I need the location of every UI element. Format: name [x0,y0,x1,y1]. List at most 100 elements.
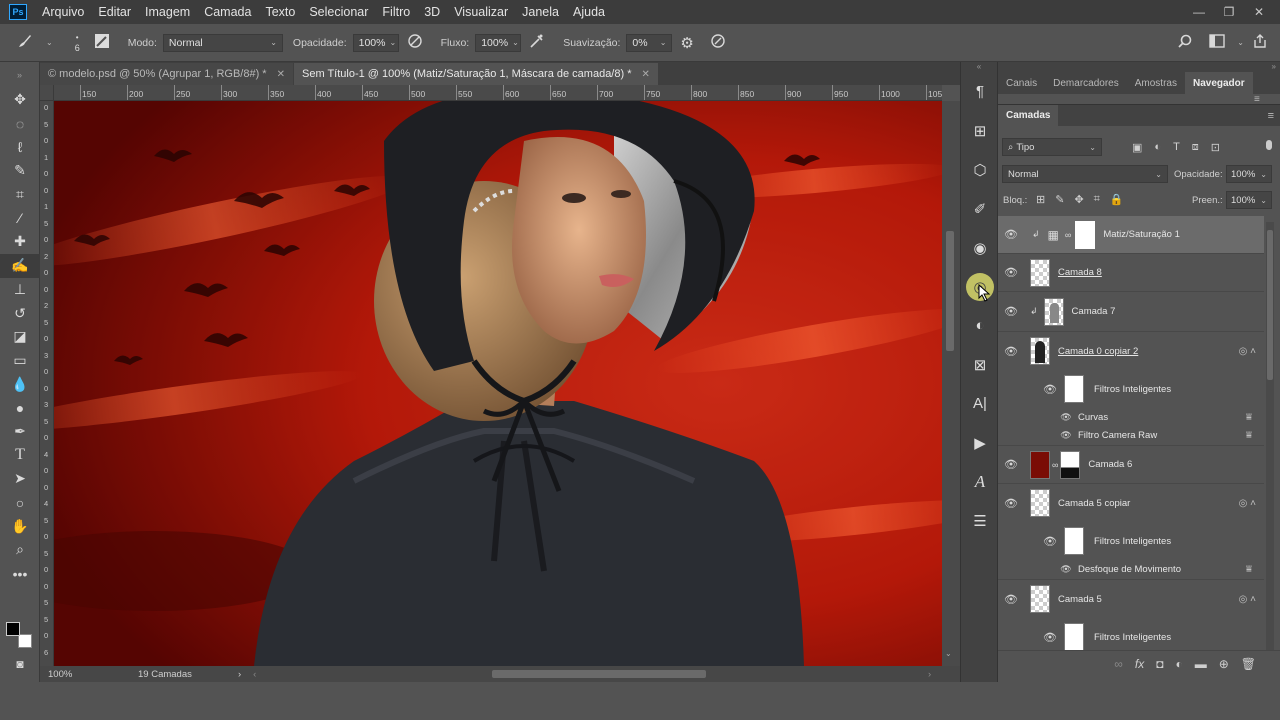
new-layer-icon[interactable]: ⊕ [1219,657,1229,671]
filter-toggle[interactable] [1266,140,1272,150]
chevron-down-icon[interactable]: ⌄ [46,38,53,47]
close-button[interactable]: ✕ [1244,5,1274,19]
filter-options-icon[interactable]: ⩸ [1246,430,1252,441]
scroll-thumb[interactable] [946,231,954,351]
layer-row[interactable]: 👁 Camada 8 [998,254,1264,292]
document-canvas[interactable] [54,101,942,666]
type-tool-icon[interactable]: T [0,443,40,467]
filter-name[interactable]: Desfoque de Movimento [1078,564,1181,575]
libraries-icon[interactable]: ⊠ [961,345,999,384]
shape-filter-icon[interactable]: ⧈ [1192,141,1199,154]
properties-icon[interactable]: ⊞ [961,111,999,150]
smart-filters-row[interactable]: 👁 Filtros Inteligentes [998,522,1264,560]
share-icon[interactable] [1252,33,1268,53]
filter-options-icon[interactable]: ⩸ [1246,564,1252,575]
eye-icon[interactable]: 👁 [1056,564,1076,575]
collapse-icon[interactable]: « [961,62,997,72]
close-icon[interactable]: ✕ [277,69,285,80]
styles-icon[interactable]: ◐ [961,306,999,345]
gear-icon[interactable]: ⚙ [680,34,693,52]
link-layers-icon[interactable]: ∞ [1114,657,1123,671]
brush-tool-preset-icon[interactable] [16,32,34,54]
paint-palette-icon[interactable]: ◉ [961,228,999,267]
brush-settings-icon[interactable]: ✐ [961,189,999,228]
layer-opacity-input[interactable]: 100% ⌄ [1226,165,1272,183]
ellipse-tool-icon[interactable]: ○ [0,491,40,515]
new-adjustment-icon[interactable]: ◐ [1175,657,1182,671]
eye-icon[interactable]: 👁 [1056,412,1076,423]
horizontal-ruler[interactable]: 150 200 250 300 350 400 450 500 550 600 650 700 750 8… [54,85,942,101]
fx-icon[interactable]: fx [1135,657,1144,671]
gradient-tool-icon[interactable]: ▭ [0,349,40,373]
pressure-size-icon[interactable] [710,33,726,53]
layer-row[interactable]: 👁 ↲ Camada 7 [998,292,1264,332]
smart-filters-row[interactable]: 👁 Filtros Inteligentes [998,370,1264,408]
horizontal-scroll-thumb[interactable] [492,670,706,678]
chevron-right-icon[interactable]: › [928,669,931,680]
ruler-origin[interactable] [40,85,54,101]
zoom-tool-icon[interactable]: ⌕ [0,538,40,562]
layer-name[interactable]: Camada 0 copiar 2 [1058,346,1138,357]
lock-pixels-icon[interactable]: ✎ [1055,193,1064,206]
eye-icon[interactable]: 👁 [998,305,1024,318]
pressure-opacity-icon[interactable] [407,33,423,53]
color-swatches[interactable] [6,622,34,650]
mode-select[interactable]: Normal ⌄ [162,33,283,52]
pen-tool-icon[interactable]: ✒ [0,420,40,444]
layer-row[interactable]: 👁 Camada 5 ◎ ˄ [998,580,1264,618]
dodge-tool-icon[interactable]: ● [0,396,40,420]
layer-row[interactable]: 👁 ∞ Camada 6 [998,446,1264,484]
layer-name[interactable]: Camada 6 [1088,459,1132,470]
lock-position-icon[interactable]: ✥ [1074,193,1083,206]
filter-row[interactable]: 👁 Curvas ⩸ [998,408,1264,426]
menu-selecionar[interactable]: Selecionar [302,5,375,19]
blur-tool-icon[interactable]: 💧 [0,372,40,396]
paragraph-icon[interactable]: ¶ [961,72,999,111]
layer-filter-select[interactable]: ⌕ Tipo ⌄ [1002,138,1102,156]
character-icon[interactable]: A| [961,384,999,423]
lock-all-icon[interactable]: 🔒 [1110,193,1124,206]
menu-texto[interactable]: Texto [258,5,302,19]
blend-mode-select[interactable]: Normal ⌄ [1002,165,1168,183]
brush-settings-icon[interactable] [94,33,110,53]
scroll-thumb[interactable] [1267,230,1273,380]
close-icon[interactable]: ✕ [642,69,650,80]
search-icon[interactable] [1177,33,1193,53]
lasso-tool-icon[interactable]: ℓ [0,135,40,159]
move-tool-icon[interactable]: ✥ [0,88,40,112]
glyphs-icon[interactable]: A [961,462,999,501]
quick-mask-icon[interactable]: ◙ [0,652,40,676]
tab-sem-titulo[interactable]: Sem Título-1 @ 100% (Matiz/Saturação 1, … [293,63,658,85]
healing-brush-tool-icon[interactable]: ✚ [0,230,40,254]
minimize-button[interactable]: — [1184,5,1214,19]
chevron-left-icon[interactable]: ‹ [253,669,256,680]
menu-camada[interactable]: Camada [197,5,258,19]
eye-icon[interactable]: 👁 [998,228,1024,241]
smart-filter-toggle-icon[interactable]: ◎ ˄ [1239,498,1256,509]
menu-3d[interactable]: 3D [417,5,447,19]
zoom-level[interactable]: 100% [48,669,118,680]
chevron-down-icon[interactable]: ⌄ [1237,38,1244,47]
tab-camadas[interactable]: Camadas [998,104,1059,127]
image-filter-icon[interactable]: ▣ [1132,141,1142,154]
chevron-right-icon[interactable]: › [238,669,241,680]
smart-filter-mask-thumbnail[interactable] [1064,527,1084,555]
lock-transparency-icon[interactable]: ⊞ [1036,193,1045,206]
eye-icon[interactable]: 👁 [1056,430,1076,441]
layer-name[interactable]: Camada 5 copiar [1058,498,1130,509]
smart-object-filter-icon[interactable]: ⊡ [1211,141,1220,154]
panel-menu-icon[interactable]: ≡ [1268,110,1274,122]
3d-cube-icon[interactable]: ⬡ [961,150,999,189]
marquee-tool-icon[interactable]: ◌ [0,112,40,136]
menu-arquivo[interactable]: Arquivo [35,5,91,19]
eyedropper-tool-icon[interactable]: ⁄ [0,206,40,230]
menu-editar[interactable]: Editar [91,5,138,19]
filter-row[interactable]: 👁 Desfoque de Movimento ⩸ [998,560,1264,580]
layer-name[interactable]: Camada 8 [1058,267,1102,278]
lock-artboard-icon[interactable]: ⌗ [1094,193,1100,206]
workspace-icon[interactable] [1209,33,1225,52]
history-brush-tool-icon[interactable]: ↺ [0,301,40,325]
filter-name[interactable]: Filtro Camera Raw [1078,430,1157,441]
path-selection-tool-icon[interactable]: ➤ [0,467,40,491]
smart-filter-mask-thumbnail[interactable] [1064,375,1084,403]
